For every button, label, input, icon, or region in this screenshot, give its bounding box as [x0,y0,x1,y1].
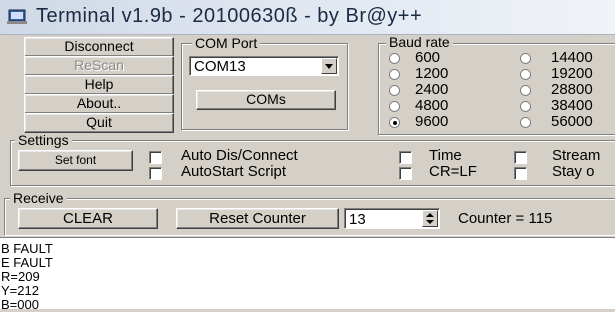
app-icon [7,9,27,24]
baud-label-14400: 14400 [551,49,593,66]
baud-label-28800: 28800 [551,81,593,98]
dropdown-button[interactable] [321,58,337,74]
time-label: Time [429,147,462,164]
baud-radio-4800[interactable] [389,101,400,112]
help-button[interactable]: Help [24,75,174,95]
terminal-line: E FAULT [1,255,53,270]
terminal-line: Y=212 [1,283,39,298]
baud-label-9600: 9600 [415,113,449,130]
auto-dis-connect-label: Auto Dis/Connect [181,147,298,164]
spin-buttons[interactable] [422,210,438,227]
stream-checkbox[interactable] [514,151,527,164]
rescan-button[interactable]: ReScan [24,56,174,76]
counter-spin-input[interactable]: 13 [344,208,440,229]
terminal-line: B FAULT [1,241,53,256]
set-font-button[interactable]: Set font [18,150,133,171]
baud-radio-2400[interactable] [389,85,400,96]
up-down-arrows-icon [426,213,434,224]
baud-label-2400: 2400 [415,81,449,98]
coms-button[interactable]: COMs [196,90,336,110]
chevron-down-icon [325,64,333,69]
settings-label: Settings [15,133,72,148]
stay-on-top-checkbox[interactable] [514,167,527,180]
counter-text: Counter = 115 [458,210,553,227]
cr-lf-checkbox[interactable] [399,167,412,180]
com-port-label: COM Port [192,36,261,51]
stream-label: Stream [552,147,601,164]
autostart-script-checkbox[interactable] [149,167,162,180]
baud-label-4800: 4800 [415,97,449,114]
counter-spin-value: 13 [349,211,366,228]
com-port-select[interactable]: COM13 [189,56,339,76]
autostart-script-label: AutoStart Script [181,163,287,180]
baud-label-19200: 19200 [551,65,593,82]
disconnect-button[interactable]: Disconnect [24,37,174,57]
baud-radio-19200[interactable] [520,69,531,80]
auto-dis-connect-checkbox[interactable] [149,151,162,164]
baud-radio-600[interactable] [389,53,400,64]
baud-radio-14400[interactable] [520,53,531,64]
time-checkbox[interactable] [399,151,412,164]
baud-radio-9600[interactable] [389,117,400,128]
clear-button[interactable]: CLEAR [18,208,158,229]
com-port-value: COM13 [194,58,246,75]
baud-radio-56000[interactable] [520,117,531,128]
baud-radio-38400[interactable] [520,101,531,112]
window-title: Terminal v1.9b - 20100630ß - by Br@y++ [36,5,423,27]
quit-button[interactable]: Quit [24,113,174,133]
terminal-output[interactable]: B FAULT E FAULT R=209 Y=212 B=000 [0,237,615,312]
baud-radio-1200[interactable] [389,69,400,80]
baud-label-56000: 56000 [551,113,593,130]
terminal-line: B=000 [1,297,39,312]
cr-lf-label: CR=LF [429,163,477,180]
baud-rate-label: Baud rate [386,35,453,50]
baud-label-600: 600 [415,49,441,66]
terminal-line: R=209 [1,269,40,284]
title-bar[interactable]: Terminal v1.9b - 20100630ß - by Br@y++ [0,0,615,35]
baud-label-38400: 38400 [551,97,593,114]
receive-label: Receive [10,191,67,206]
about-button[interactable]: About.. [24,94,174,114]
baud-label-1200: 1200 [415,65,449,82]
reset-counter-button[interactable]: Reset Counter [176,208,339,229]
baud-radio-28800[interactable] [520,85,531,96]
stay-on-top-label: Stay o [552,163,595,180]
